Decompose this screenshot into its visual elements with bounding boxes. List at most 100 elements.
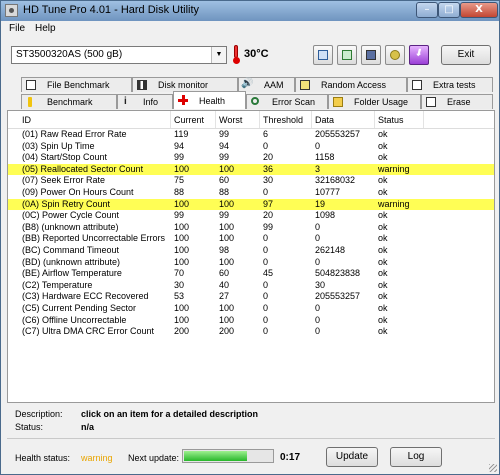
cell-raw-data-value: 32168032 xyxy=(315,175,356,186)
save-button[interactable] xyxy=(361,45,381,65)
cell-worst-value: 99 xyxy=(219,210,230,221)
table-body: (01) Raw Read Error Rate 119 99 6 205553257 o… xyxy=(8,129,494,338)
drive-select[interactable]: ST3500320AS (500 gB) ▼ xyxy=(11,46,227,64)
table-row[interactable]: (0C) Power Cycle Count 99 99 20 1098 ok xyxy=(8,210,494,222)
menu-help[interactable]: Help xyxy=(35,23,56,34)
toolbar: ST3500320AS (500 gB) ▼ 30°C Exit xyxy=(1,39,499,71)
cell-current-value: 100 xyxy=(174,233,190,244)
table-row[interactable]: (09) Power On Hours Count 88 88 0 10777 ok xyxy=(8,187,494,199)
copy-text-button[interactable] xyxy=(313,45,333,65)
file-benchmark-icon xyxy=(26,80,36,90)
table-row[interactable]: (0A) Spin Retry Count 100 100 97 19 warning xyxy=(8,198,494,211)
cell-current-value: 100 xyxy=(174,244,190,255)
next-update-label: Next update: xyxy=(128,453,180,463)
cell-raw-data-value: 1098 xyxy=(315,210,336,221)
maximize-button[interactable]: □ xyxy=(438,2,460,18)
table-row[interactable]: (BD) (unknown attribute) 100 100 0 0 ok xyxy=(8,257,494,269)
cell-current-value: 100 xyxy=(174,256,190,267)
tab-benchmark[interactable]: Benchmark xyxy=(21,94,117,109)
table-row[interactable]: (C3) Hardware ECC Recovered 53 27 0 20555325… xyxy=(8,291,494,303)
tab-erase[interactable]: Erase xyxy=(421,94,493,109)
column-header-worst[interactable]: Worst xyxy=(219,115,242,125)
table-row[interactable]: (C6) Offline Uncorrectable 100 100 0 0 ok xyxy=(8,315,494,327)
cell-status-value: ok xyxy=(378,279,388,290)
table-row[interactable]: (BB) Reported Uncorrectable Errors 100 100… xyxy=(8,233,494,245)
tab-info[interactable]: i Info xyxy=(117,94,173,109)
cell-attribute-id: (05) Reallocated Sector Count xyxy=(22,163,144,174)
tab-folder-usage[interactable]: Folder Usage xyxy=(328,94,421,109)
tab-random-access[interactable]: Random Access xyxy=(295,77,407,92)
cell-current-value: 75 xyxy=(174,175,185,186)
table-row[interactable]: (C2) Temperature 30 40 0 30 ok xyxy=(8,280,494,292)
tab-aam[interactable]: 🔊 AAM xyxy=(238,77,295,92)
status-value: n/a xyxy=(81,422,95,432)
smart-attributes-table[interactable]: ID Current Worst Threshold Data Status (… xyxy=(7,110,495,403)
column-header-current[interactable]: Current xyxy=(174,115,204,125)
update-button[interactable]: Update xyxy=(326,447,378,467)
cell-threshold-value: 36 xyxy=(263,163,274,174)
table-row[interactable]: (01) Raw Read Error Rate 119 99 6 205553257 o… xyxy=(8,129,494,141)
menu-file[interactable]: File xyxy=(9,23,25,34)
resize-grip[interactable] xyxy=(489,464,497,472)
minimize-button[interactable]: – xyxy=(416,2,438,18)
table-row[interactable]: (C5) Current Pending Sector 100 100 0 0 ok xyxy=(8,303,494,315)
options-button[interactable] xyxy=(385,45,405,65)
cell-threshold-value: 0 xyxy=(263,244,269,255)
cell-current-value: 99 xyxy=(174,152,185,163)
cell-status-value: warning xyxy=(378,198,410,209)
close-button[interactable]: X xyxy=(460,2,498,18)
cell-status-value: ok xyxy=(378,314,388,325)
cell-raw-data-value: 3 xyxy=(315,163,321,174)
column-header-status[interactable]: Status xyxy=(378,115,404,125)
exit-button[interactable]: Exit xyxy=(441,45,491,65)
tab-file-benchmark[interactable]: File Benchmark xyxy=(21,77,132,92)
cell-status-value: ok xyxy=(378,140,388,151)
cell-raw-data-value: 30 xyxy=(315,279,326,290)
cell-current-value: 70 xyxy=(174,268,185,279)
cell-raw-data-value: 0 xyxy=(315,256,321,267)
extra-tests-icon xyxy=(412,80,422,90)
cell-status-value: warning xyxy=(378,163,410,174)
cell-status-value: ok xyxy=(378,186,388,197)
table-row[interactable]: (C7) Ultra DMA CRC Error Count 200 200 0 0 ok xyxy=(8,326,494,338)
copy-screenshot-button[interactable] xyxy=(337,45,357,65)
cell-current-value: 53 xyxy=(174,291,185,302)
column-header-threshold[interactable]: Threshold xyxy=(263,115,303,125)
table-row[interactable]: (B8) (unknown attribute) 100 100 99 0 ok xyxy=(8,222,494,234)
cell-current-value: 100 xyxy=(174,198,190,209)
column-header-id[interactable]: ID xyxy=(22,115,31,125)
cell-worst-value: 88 xyxy=(219,186,230,197)
chevron-down-icon[interactable]: ▼ xyxy=(211,47,226,63)
cell-current-value: 100 xyxy=(174,314,190,325)
cell-worst-value: 100 xyxy=(219,221,235,232)
table-row[interactable]: (03) Spin Up Time 94 94 0 0 ok xyxy=(8,141,494,153)
tab-extra-tests[interactable]: Extra tests xyxy=(407,77,493,92)
status-label: Status: xyxy=(15,422,44,432)
table-row[interactable]: (BC) Command Timeout 100 98 0 262148 ok xyxy=(8,245,494,257)
table-row[interactable]: (05) Reallocated Sector Count 100 100 36 3 wa… xyxy=(8,163,494,176)
cell-status-value: ok xyxy=(378,152,388,163)
download-button[interactable] xyxy=(409,45,429,65)
cell-worst-value: 94 xyxy=(219,140,230,151)
temperature-readout: 30°C xyxy=(244,48,269,60)
description-label: Description: xyxy=(15,409,63,419)
download-arrow-icon xyxy=(414,48,424,60)
cell-attribute-id: (BE) Airflow Temperature xyxy=(22,268,122,279)
cell-threshold-value: 0 xyxy=(263,233,269,244)
cell-status-value: ok xyxy=(378,129,388,139)
column-header-data[interactable]: Data xyxy=(315,115,334,125)
cell-raw-data-value: 0 xyxy=(315,314,321,325)
tab-error-scan[interactable]: Error Scan xyxy=(246,94,328,109)
cell-current-value: 100 xyxy=(174,221,190,232)
window-title: HD Tune Pro 4.01 - Hard Disk Utility xyxy=(23,4,200,16)
cell-status-value: ok xyxy=(378,210,388,221)
table-row[interactable]: (04) Start/Stop Count 99 99 20 1158 ok xyxy=(8,152,494,164)
cell-status-value: ok xyxy=(378,291,388,302)
log-button[interactable]: Log xyxy=(390,447,442,467)
table-row[interactable]: (07) Seek Error Rate 75 60 30 32168032 ok xyxy=(8,175,494,187)
table-row[interactable]: (BE) Airflow Temperature 70 60 45 504823838 o… xyxy=(8,268,494,280)
cell-worst-value: 60 xyxy=(219,268,230,279)
tab-health[interactable]: Health xyxy=(173,91,246,109)
title-bar[interactable]: HD Tune Pro 4.01 - Hard Disk Utility – □… xyxy=(1,1,499,21)
tab-disk-monitor[interactable]: Disk monitor xyxy=(132,77,238,92)
